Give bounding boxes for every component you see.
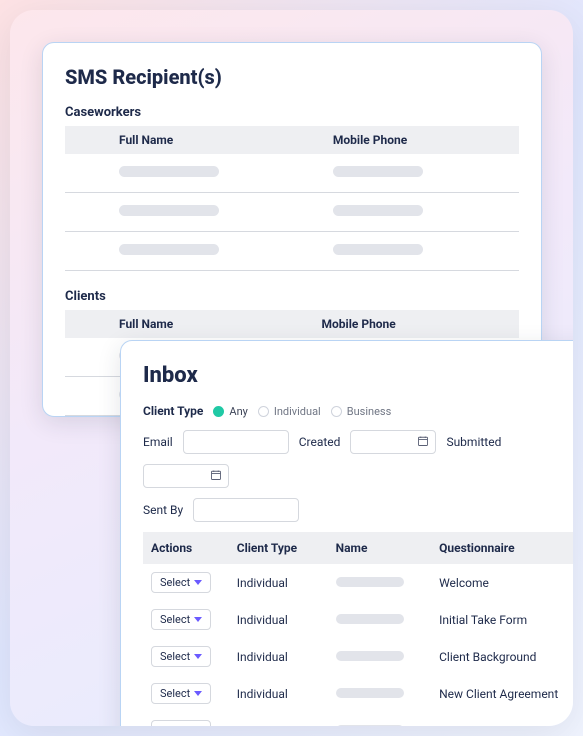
- created-date-input[interactable]: [350, 430, 436, 454]
- cell-client-type: Individual: [229, 601, 328, 638]
- clients-mobile-col: Mobile Phone: [311, 310, 519, 338]
- sentby-filter-label: Sent By: [143, 503, 183, 517]
- caret-down-icon: [194, 580, 202, 585]
- placeholder: [333, 166, 423, 177]
- table-row: [65, 232, 519, 271]
- cell-client-type: Individual: [229, 638, 328, 675]
- clients-checkbox-col: [65, 310, 109, 338]
- email-filter-label: Email: [143, 435, 173, 449]
- table-row: [65, 154, 519, 193]
- placeholder: [333, 244, 423, 255]
- table-row: SelectIndividualWelcome8/26/2024: [143, 564, 573, 601]
- sentby-input[interactable]: [193, 498, 299, 522]
- cell-questionnaire: New Client Agreement: [431, 675, 573, 712]
- submitted-filter-label: Submitted: [446, 435, 501, 449]
- cell-name: [328, 675, 431, 712]
- radio-any[interactable]: Any: [213, 405, 247, 418]
- col-actions: Actions: [143, 532, 229, 564]
- caret-down-icon: [194, 617, 202, 622]
- cell-questionnaire: Welcome: [431, 564, 573, 601]
- radio-circle-icon: [213, 406, 224, 417]
- calendar-icon: [417, 435, 429, 447]
- table-row: SelectIndividualI-1307/29/2024: [143, 712, 573, 726]
- cell-questionnaire: I-130: [431, 712, 573, 726]
- cell-name: [328, 712, 431, 726]
- placeholder: [333, 205, 423, 216]
- submitted-date-input[interactable]: [143, 464, 229, 488]
- col-questionnaire: Questionnaire: [431, 532, 573, 564]
- inbox-table: Actions Client Type Name Questionnaire C…: [143, 532, 573, 726]
- placeholder: [119, 244, 219, 255]
- select-label: Select: [160, 613, 190, 626]
- cell-client-type: Individual: [229, 712, 328, 726]
- col-client-type: Client Type: [229, 532, 328, 564]
- select-label: Select: [160, 650, 190, 663]
- select-button[interactable]: Select: [151, 646, 211, 667]
- cell-questionnaire: Client Background: [431, 638, 573, 675]
- col-name: Name: [328, 532, 431, 564]
- caseworkers-checkbox-col: [65, 126, 109, 154]
- table-row: SelectIndividualClient Background8/12/20…: [143, 638, 573, 675]
- select-button[interactable]: Select: [151, 572, 211, 593]
- radio-circle-icon: [331, 406, 342, 417]
- table-row: [65, 193, 519, 232]
- client-type-filter: Client Type Any Individual Business: [143, 404, 573, 418]
- select-label: Select: [160, 724, 190, 726]
- select-button[interactable]: Select: [151, 609, 211, 630]
- select-label: Select: [160, 687, 190, 700]
- placeholder: [336, 688, 404, 698]
- caret-down-icon: [194, 654, 202, 659]
- radio-business[interactable]: Business: [331, 405, 392, 418]
- inbox-card: Inbox Client Type Any Individual Busines…: [120, 340, 573, 726]
- select-button[interactable]: Select: [151, 683, 211, 704]
- caseworkers-fullname-col: Full Name: [109, 126, 323, 154]
- caseworkers-heading: Caseworkers: [65, 105, 519, 120]
- clients-heading: Clients: [65, 289, 519, 304]
- radio-circle-icon: [258, 406, 269, 417]
- email-input[interactable]: [183, 430, 289, 454]
- table-row: SelectIndividualNew Client Agreement8/06…: [143, 675, 573, 712]
- client-type-label: Client Type: [143, 404, 203, 418]
- caseworkers-table: Full Name Mobile Phone: [65, 126, 519, 271]
- radio-any-label: Any: [229, 405, 247, 418]
- sms-title: SMS Recipient(s): [65, 65, 519, 89]
- caseworkers-mobile-col: Mobile Phone: [323, 126, 519, 154]
- select-button[interactable]: Select: [151, 720, 211, 726]
- placeholder: [119, 166, 219, 177]
- select-label: Select: [160, 576, 190, 589]
- cell-questionnaire: Initial Take Form: [431, 601, 573, 638]
- inbox-title: Inbox: [143, 363, 573, 388]
- radio-individual-label: Individual: [274, 405, 321, 418]
- placeholder: [336, 725, 404, 727]
- placeholder: [336, 651, 404, 661]
- created-filter-label: Created: [299, 435, 341, 449]
- cell-name: [328, 638, 431, 675]
- cell-name: [328, 601, 431, 638]
- clients-fullname-col: Full Name: [109, 310, 311, 338]
- placeholder: [336, 614, 404, 624]
- placeholder: [119, 205, 219, 216]
- cell-client-type: Individual: [229, 675, 328, 712]
- caret-down-icon: [194, 691, 202, 696]
- radio-business-label: Business: [347, 405, 392, 418]
- table-row: SelectIndividualInitial Take Form8/20/20…: [143, 601, 573, 638]
- placeholder: [336, 577, 404, 587]
- cell-name: [328, 564, 431, 601]
- cell-client-type: Individual: [229, 564, 328, 601]
- radio-individual[interactable]: Individual: [258, 405, 321, 418]
- calendar-icon: [210, 469, 222, 481]
